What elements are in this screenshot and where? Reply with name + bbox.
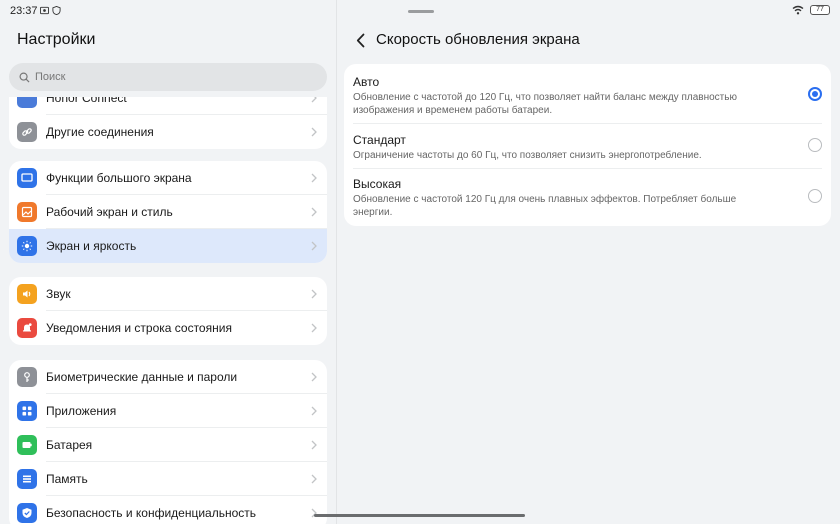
sidebar-item-label: Рабочий экран и стиль [46,205,173,219]
settings-group-system: Биометрические данные и пароли Приложени… [9,360,327,524]
battery-icon [17,435,37,455]
settings-list[interactable]: Honor Connect Другие соединения Функции … [0,97,336,524]
search-input[interactable]: Поиск [9,63,327,91]
sidebar-item-apps[interactable]: Приложения [9,394,327,428]
radio-high[interactable] [808,189,822,203]
sidebar-item-home-screen-style[interactable]: Рабочий экран и стиль [9,195,327,229]
sidebar-item-other-connections[interactable]: Другие соединения [9,115,327,149]
chevron-right-icon [311,323,317,333]
sidebar-item-label: Уведомления и строка состояния [46,321,232,335]
sidebar-item-honor-connect[interactable]: Honor Connect [9,97,327,115]
chevron-right-icon [311,241,317,251]
link-icon [17,122,37,142]
option-title: Авто [353,75,380,89]
storage-icon [17,469,37,489]
sidebar-item-label: Другие соединения [46,125,154,139]
option-description: Ограничение частоты до 60 Гц, что позвол… [353,150,702,161]
sidebar-item-sound[interactable]: Звук [9,277,327,311]
sidebar-item-large-screen[interactable]: Функции большого экрана [9,161,327,195]
honor-connect-icon [17,97,37,108]
sidebar-item-label: Безопасность и конфиденциальность [46,506,257,520]
option-high[interactable]: Высокая Обновление с частотой 120 Гц для… [344,168,831,226]
search-placeholder: Поиск [35,71,66,83]
shield-check-icon [17,503,37,523]
option-title: Стандарт [353,133,406,147]
sidebar-item-biometrics[interactable]: Биометрические данные и пароли [9,360,327,394]
chevron-right-icon [311,372,317,382]
settings-group-display: Функции большого экрана Рабочий экран и … [9,161,327,263]
chevron-right-icon [311,127,317,137]
brightness-icon [17,236,37,256]
apps-grid-icon [17,401,37,421]
sidebar-item-label: Функции большого экрана [46,171,192,185]
sidebar-item-display-brightness[interactable]: Экран и яркость [9,229,327,263]
sidebar-item-label: Приложения [46,404,117,418]
settings-group-sound: Звук Уведомления и строка состояния [9,277,327,345]
option-description: Обновление с частотой до 120 Гц, что поз… [353,92,737,116]
sidebar-item-notifications[interactable]: Уведомления и строка состояния [9,311,327,345]
bell-icon [17,318,37,338]
chevron-right-icon [311,440,317,450]
sidebar-item-label: Экран и яркость [46,239,137,253]
home-indicator[interactable] [314,514,525,517]
sidebar-item-storage[interactable]: Память [9,462,327,496]
sidebar-item-security[interactable]: Безопасность и конфиденциальность [9,496,327,524]
option-description: Обновление с частотой 120 Гц для очень п… [353,194,737,218]
chevron-right-icon [311,289,317,299]
image-icon [17,202,37,222]
radio-auto[interactable] [808,87,822,101]
chevron-right-icon [311,406,317,416]
refresh-rate-options: Авто Обновление с частотой до 120 Гц, чт… [344,64,831,226]
page-title: Настройки [17,31,96,48]
chevron-right-icon [311,97,317,103]
chevron-right-icon [311,173,317,183]
settings-group-connections: Honor Connect Другие соединения [9,97,327,149]
refresh-rate-panel: Скорость обновления экрана Авто Обновлен… [337,0,840,524]
chevron-right-icon [311,207,317,217]
sidebar-item-label: Звук [46,287,71,301]
speaker-icon [17,284,37,304]
sidebar-item-label: Honor Connect [46,97,127,105]
panel-title: Скорость обновления экрана [376,31,580,48]
back-arrow-icon [356,33,364,47]
sidebar-item-label: Память [46,472,88,486]
chevron-right-icon [311,474,317,484]
sidebar-item-battery[interactable]: Батарея [9,428,327,462]
monitor-icon [17,168,37,188]
key-icon [17,367,37,387]
search-icon [19,72,30,83]
settings-sidebar: Настройки Поиск Honor Connect Другие сое… [0,0,336,524]
radio-standard[interactable] [808,138,822,152]
option-title: Высокая [353,177,402,191]
back-button[interactable] [352,31,368,49]
sidebar-item-label: Биометрические данные и пароли [46,370,238,384]
option-standard[interactable]: Стандарт Ограничение частоты до 60 Гц, ч… [344,123,831,168]
sidebar-item-label: Батарея [46,438,93,452]
option-auto[interactable]: Авто Обновление с частотой до 120 Гц, чт… [344,64,831,123]
